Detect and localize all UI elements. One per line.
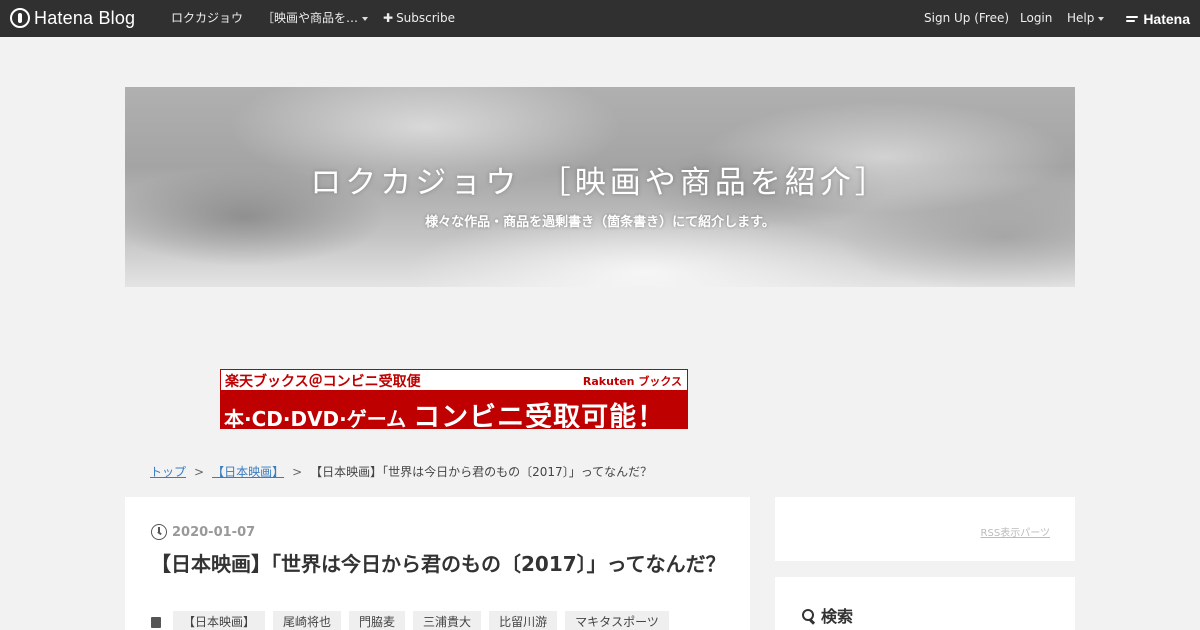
blog-menu-dropdown[interactable]: ［映画や商品を… (262, 0, 369, 37)
tag-link[interactable]: 【日本映画】 (173, 611, 266, 630)
hatena-mark-icon (1126, 14, 1140, 24)
blog-description: 様々な作品・商品を過剰書き（箇条書き）にて紹介します。 (425, 215, 775, 230)
tag-link[interactable]: マキタスポーツ (565, 611, 669, 630)
signup-link[interactable]: Sign Up (Free) (924, 0, 1009, 37)
login-link[interactable]: Login (1020, 0, 1052, 37)
hatena-logo-text: Hatena (1143, 10, 1190, 27)
chevron-down-icon (1098, 16, 1105, 21)
rakuten-banner-ad[interactable]: 楽天ブックス＠コンビニ受取便 Rakuten ブックス 本·CD·DVD·ゲーム… (220, 369, 688, 429)
tag-link[interactable]: 尾崎将也 (273, 611, 342, 630)
banner-headline: コンビニ受取可能！ (413, 402, 666, 429)
rakuten-books-logo: Rakuten ブックス (582, 375, 682, 388)
banner-bottom-strip: 本·CD·DVD·ゲーム コンビニ受取可能！ (221, 390, 687, 428)
subscribe-button[interactable]: ✚ Subscribe (383, 0, 455, 37)
global-header: Hatena Blog ロクカジョウ ［映画や商品を… ✚ Subscribe S… (0, 0, 1200, 37)
blog-title[interactable]: ロクカジョウ ［映画や商品を紹介］ (125, 157, 1075, 202)
article-date-text: 2020-01-07 (172, 524, 256, 540)
tag-link[interactable]: 比留川游 (489, 611, 558, 630)
logo-text: Hatena Blog (34, 7, 136, 28)
help-dropdown[interactable]: Help (1067, 0, 1105, 37)
banner-media-text: 本·CD·DVD·ゲーム (224, 407, 407, 429)
hatena-logo[interactable]: Hatena (1126, 0, 1190, 37)
rss-parts-link[interactable]: RSS表示パーツ (981, 524, 1050, 539)
sidebar-rss-module: RSS表示パーツ (775, 497, 1075, 561)
blog-menu-label: ［映画や商品を… (262, 11, 359, 25)
breadcrumb-category-link[interactable]: 【日本映画】 (212, 465, 284, 479)
search-title-text: 検索 (821, 607, 854, 626)
breadcrumb-top-link[interactable]: トップ (150, 465, 186, 479)
sidebar-search-module: 検索 (775, 577, 1075, 630)
banner-top-text: 楽天ブックス＠コンビニ受取便 (225, 374, 421, 390)
blog-name-link[interactable]: ロクカジョウ (171, 0, 243, 37)
tag-link[interactable]: 門脇麦 (349, 611, 406, 630)
breadcrumb-separator: > (194, 465, 205, 479)
plus-icon: ✚ (383, 11, 394, 25)
breadcrumb: トップ > 【日本映画】 > 【日本映画】「世界は今日から君のもの〔2017〕」ってなん… (150, 463, 652, 480)
search-module-title: 検索 (802, 603, 853, 627)
hatena-blog-logo-icon (10, 8, 30, 28)
help-label: Help (1067, 11, 1095, 25)
article-card: 2020-01-07 【日本映画】「世界は今日から君のもの〔2017〕」ってなん… (125, 497, 750, 630)
article-title[interactable]: 【日本映画】「世界は今日から君のもの〔2017〕」ってなんだ？ (151, 550, 726, 578)
banner-top-strip: 楽天ブックス＠コンビニ受取便 Rakuten ブックス (221, 370, 687, 390)
breadcrumb-current: 【日本映画】「世界は今日から君のもの〔2017〕」ってなんだ？ (310, 465, 653, 479)
article-date[interactable]: 2020-01-07 (151, 524, 255, 540)
search-icon (802, 608, 815, 622)
subscribe-label: Subscribe (396, 11, 456, 25)
hatena-blog-logo[interactable]: Hatena Blog (10, 7, 135, 29)
breadcrumb-separator: > (292, 465, 303, 479)
chevron-down-icon (362, 16, 369, 21)
category-icon (151, 616, 161, 628)
banner-bottom-text: 本·CD·DVD·ゲーム コンビニ受取可能！ (224, 395, 666, 429)
tag-link[interactable]: 三浦貴大 (413, 611, 482, 630)
article-tags: 【日本映画】 尾崎将也 門脇麦 三浦貴大 比留川游 マキタスポーツ (151, 611, 669, 630)
blog-header: ロクカジョウ ［映画や商品を紹介］ 様々な作品・商品を過剰書き（箇条書き）にて紹… (125, 87, 1075, 287)
clock-icon (151, 524, 167, 540)
